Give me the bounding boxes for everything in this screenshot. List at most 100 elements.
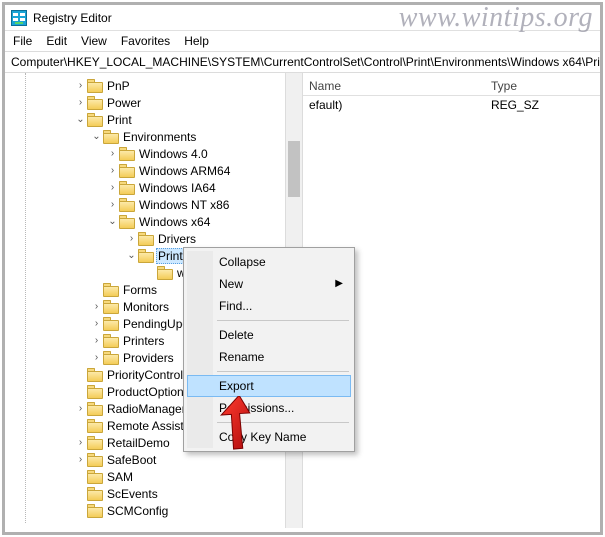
context-menu-item[interactable]: Rename — [187, 346, 351, 368]
window-title: Registry Editor — [33, 11, 112, 25]
expander-closed-icon[interactable]: › — [107, 200, 119, 210]
tree-node[interactable]: › Windows IA64 — [9, 179, 285, 196]
context-menu-item[interactable]: Permissions... — [187, 397, 351, 419]
folder-icon — [119, 147, 135, 160]
scroll-thumb[interactable] — [288, 141, 300, 197]
value-name: efault) — [303, 98, 491, 112]
column-type[interactable]: Type — [491, 79, 600, 93]
folder-icon — [87, 487, 103, 500]
context-menu-item[interactable]: Collapse — [187, 251, 351, 273]
expander-closed-icon[interactable]: › — [75, 438, 87, 448]
tree-node[interactable]: ScEvents — [9, 485, 285, 502]
folder-icon — [87, 96, 103, 109]
tree-node[interactable]: SCMConfig — [9, 502, 285, 519]
expander-open-icon[interactable]: ⌄ — [75, 115, 87, 125]
context-menu-item-label: Rename — [219, 350, 264, 364]
context-menu-item-label: Collapse — [219, 255, 266, 269]
expander-closed-icon[interactable]: › — [91, 336, 103, 346]
tree-node-label: RetailDemo — [105, 436, 172, 450]
folder-icon — [87, 419, 103, 432]
regedit-app-icon — [11, 10, 27, 26]
tree-node-label: Power — [105, 96, 143, 110]
tree-node[interactable]: › SafeBoot — [9, 451, 285, 468]
tree-node[interactable]: ⌄ Windows x64 — [9, 213, 285, 230]
folder-icon — [87, 470, 103, 483]
expander-closed-icon[interactable]: › — [75, 98, 87, 108]
expander-closed-icon[interactable]: › — [75, 455, 87, 465]
tree-node-label: Providers — [121, 351, 176, 365]
folder-icon — [119, 198, 135, 211]
tree-node[interactable]: ⌄ Print — [9, 111, 285, 128]
context-menu-item-label: Copy Key Name — [219, 430, 306, 444]
folder-icon — [87, 436, 103, 449]
folder-icon — [103, 130, 119, 143]
expander-closed-icon[interactable]: › — [107, 149, 119, 159]
tree-node-label: Printers — [121, 334, 166, 348]
folder-icon — [119, 164, 135, 177]
tree-node[interactable]: › Power — [9, 94, 285, 111]
expander-closed-icon[interactable]: › — [91, 302, 103, 312]
menu-view[interactable]: View — [81, 34, 107, 48]
folder-icon — [119, 215, 135, 228]
folder-icon — [103, 317, 119, 330]
menu-help[interactable]: Help — [184, 34, 209, 48]
tree-node-label: Drivers — [156, 232, 198, 246]
context-menu-separator — [217, 371, 349, 372]
folder-icon — [103, 351, 119, 364]
tree-node[interactable]: SAM — [9, 468, 285, 485]
folder-icon — [103, 283, 119, 296]
tree-node-label: Windows x64 — [137, 215, 212, 229]
expander-closed-icon[interactable]: › — [75, 81, 87, 91]
tree-node-label: ProductOptions — [105, 385, 192, 399]
tree-node-label: Windows IA64 — [137, 181, 218, 195]
folder-icon — [87, 79, 103, 92]
expander-closed-icon[interactable]: › — [107, 183, 119, 193]
submenu-arrow-icon: ▶ — [335, 278, 343, 289]
column-name[interactable]: Name — [303, 79, 491, 93]
expander-closed-icon[interactable]: › — [91, 319, 103, 329]
expander-closed-icon[interactable]: › — [107, 166, 119, 176]
expander-open-icon[interactable]: ⌄ — [107, 217, 119, 227]
expander-open-icon[interactable]: ⌄ — [126, 251, 138, 261]
folder-icon — [103, 334, 119, 347]
address-bar[interactable]: Computer\HKEY_LOCAL_MACHINE\SYSTEM\Curre… — [5, 52, 600, 73]
folder-icon — [87, 368, 103, 381]
tree-node-label: SafeBoot — [105, 453, 158, 467]
expander-closed-icon[interactable]: › — [126, 234, 138, 244]
menu-edit[interactable]: Edit — [46, 34, 67, 48]
tree-node-label: PnP — [105, 79, 132, 93]
menu-favorites[interactable]: Favorites — [121, 34, 170, 48]
tree-node-label: Print — [105, 113, 134, 127]
address-text: Computer\HKEY_LOCAL_MACHINE\SYSTEM\Curre… — [11, 55, 600, 69]
folder-icon — [87, 402, 103, 415]
tree-node[interactable]: ⌄ Environments — [9, 128, 285, 145]
tree-node-label: Monitors — [121, 300, 171, 314]
tree-node[interactable]: ›Windows NT x86 — [9, 196, 285, 213]
tree-node[interactable]: › PnP — [9, 77, 285, 94]
folder-icon — [138, 232, 154, 245]
tree-node-label: Windows 4.0 — [137, 147, 210, 161]
context-menu-item-label: Permissions... — [219, 401, 294, 415]
menu-bar: File Edit View Favorites Help — [5, 31, 600, 52]
context-menu-item[interactable]: New▶ — [187, 273, 351, 295]
context-menu-item[interactable]: Export — [187, 375, 351, 397]
tree-node-label: SAM — [105, 470, 135, 484]
context-menu-item[interactable]: Copy Key Name — [187, 426, 351, 448]
expander-open-icon[interactable]: ⌄ — [91, 132, 103, 142]
folder-icon — [87, 385, 103, 398]
tree-node[interactable]: › Drivers — [9, 230, 285, 247]
value-row-default[interactable]: efault) REG_SZ — [303, 96, 600, 114]
tree-node[interactable]: › Windows 4.0 — [9, 145, 285, 162]
value-type: REG_SZ — [491, 98, 600, 112]
tree-node[interactable]: ›Windows ARM64 — [9, 162, 285, 179]
value-list-header: Name Type — [303, 77, 600, 96]
tree-node-label: Environments — [121, 130, 198, 144]
context-menu-item[interactable]: Find... — [187, 295, 351, 317]
context-menu-item-label: Find... — [219, 299, 252, 313]
expander-closed-icon[interactable]: › — [75, 404, 87, 414]
expander-closed-icon[interactable]: › — [91, 353, 103, 363]
context-menu-item-label: Delete — [219, 328, 254, 342]
context-menu-item[interactable]: Delete — [187, 324, 351, 346]
menu-file[interactable]: File — [13, 34, 32, 48]
folder-icon — [119, 181, 135, 194]
